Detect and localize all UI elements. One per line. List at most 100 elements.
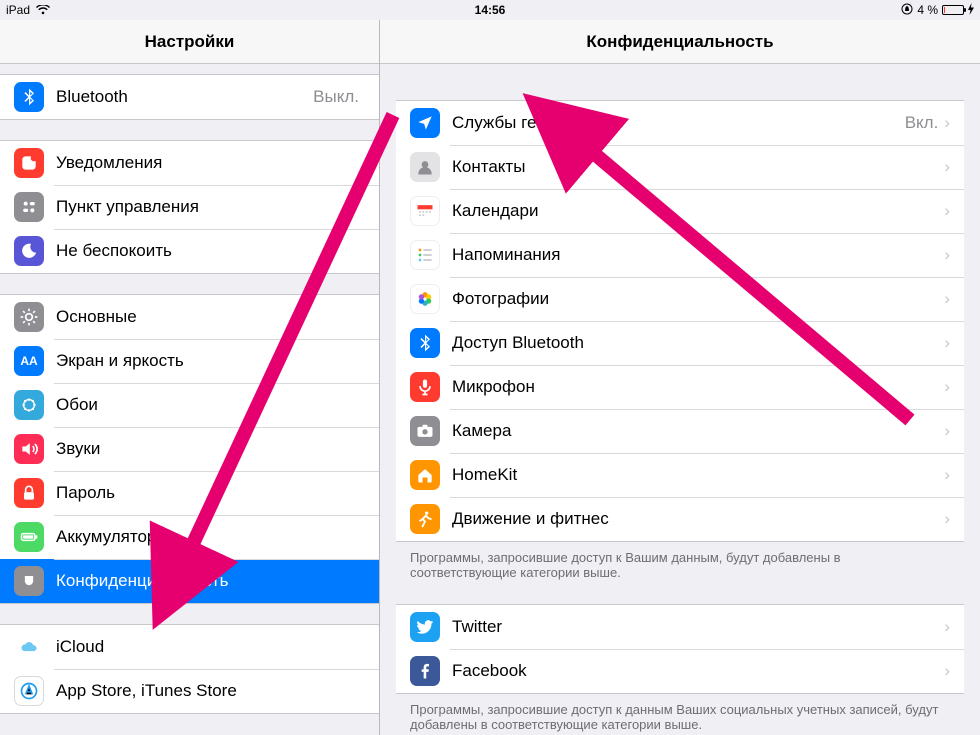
camera-icon xyxy=(410,416,440,446)
wallpaper-icon xyxy=(14,390,44,420)
privacy-item-microphone[interactable]: Микрофон › xyxy=(396,365,964,409)
master-group-device: Основные AA Экран и яркость Обои Звуки xyxy=(0,294,379,604)
privacy-item-label: Календари xyxy=(452,201,944,221)
privacy-item-homekit[interactable]: HomeKit › xyxy=(396,453,964,497)
chevron-right-icon: › xyxy=(944,201,950,221)
sidebar-item-label: Пароль xyxy=(56,483,365,503)
sidebar-item-control-center[interactable]: Пункт управления xyxy=(0,185,379,229)
facebook-icon xyxy=(410,656,440,686)
chevron-right-icon: › xyxy=(944,617,950,637)
battery-percent: 4 % xyxy=(917,3,938,17)
sidebar-item-label: App Store, iTunes Store xyxy=(56,681,365,701)
chevron-right-icon: › xyxy=(944,661,950,681)
privacy-item-contacts[interactable]: Контакты › xyxy=(396,145,964,189)
sidebar-item-privacy[interactable]: Конфиденциальность xyxy=(0,559,379,603)
privacy-item-label: Микрофон xyxy=(452,377,944,397)
battery-settings-icon xyxy=(14,522,44,552)
privacy-item-label: Камера xyxy=(452,421,944,441)
master-pane: Настройки Bluetooth Выкл. Уведомления xyxy=(0,20,380,735)
status-bar: iPad 14:56 4 % xyxy=(0,0,980,20)
sidebar-item-dnd[interactable]: Не беспокоить xyxy=(0,229,379,273)
privacy-item-label: Службы геолокации xyxy=(452,113,905,133)
master-group-notifications: Уведомления Пункт управления Не беспокои… xyxy=(0,140,379,274)
bluetooth-icon xyxy=(410,328,440,358)
privacy-item-value: Вкл. xyxy=(905,113,939,133)
sidebar-item-battery[interactable]: Аккумулятор xyxy=(0,515,379,559)
chevron-right-icon: › xyxy=(944,245,950,265)
calendar-icon xyxy=(410,196,440,226)
sidebar-item-wallpaper[interactable]: Обои xyxy=(0,383,379,427)
sidebar-item-general[interactable]: Основные xyxy=(0,295,379,339)
control-center-icon xyxy=(14,192,44,222)
general-icon xyxy=(14,302,44,332)
sidebar-item-label: Bluetooth xyxy=(56,87,313,107)
privacy-item-bluetooth-sharing[interactable]: Доступ Bluetooth › xyxy=(396,321,964,365)
sidebar-item-label: Аккумулятор xyxy=(56,527,365,547)
privacy-item-reminders[interactable]: Напоминания › xyxy=(396,233,964,277)
chevron-right-icon: › xyxy=(944,465,950,485)
sidebar-item-label: iCloud xyxy=(56,637,365,657)
sidebar-item-label: Пункт управления xyxy=(56,197,365,217)
privacy-item-motion[interactable]: Движение и фитнес › xyxy=(396,497,964,541)
sounds-icon xyxy=(14,434,44,464)
master-group-connectivity: Bluetooth Выкл. xyxy=(0,74,379,120)
chevron-right-icon: › xyxy=(944,333,950,353)
chevron-right-icon: › xyxy=(944,289,950,309)
sidebar-item-label: Обои xyxy=(56,395,365,415)
privacy-item-label: Facebook xyxy=(452,661,944,681)
privacy-item-calendars[interactable]: Календари › xyxy=(396,189,964,233)
photos-icon xyxy=(410,284,440,314)
reminders-icon xyxy=(410,240,440,270)
sidebar-item-appstore[interactable]: App Store, iTunes Store xyxy=(0,669,379,713)
sidebar-item-label: Конфиденциальность xyxy=(56,571,365,591)
sidebar-item-value: Выкл. xyxy=(313,87,359,107)
chevron-right-icon: › xyxy=(944,377,950,397)
privacy-icon xyxy=(14,566,44,596)
status-time: 14:56 xyxy=(329,3,652,17)
privacy-item-twitter[interactable]: Twitter › xyxy=(396,605,964,649)
sidebar-item-label: Звуки xyxy=(56,439,365,459)
privacy-item-facebook[interactable]: Facebook › xyxy=(396,649,964,693)
microphone-icon xyxy=(410,372,440,402)
icloud-icon xyxy=(14,632,44,662)
detail-title: Конфиденциальность xyxy=(380,20,980,64)
charging-icon xyxy=(968,3,974,18)
sidebar-item-bluetooth[interactable]: Bluetooth Выкл. xyxy=(0,75,379,119)
privacy-item-label: Twitter xyxy=(452,617,944,637)
contacts-icon xyxy=(410,152,440,182)
privacy-item-label: HomeKit xyxy=(452,465,944,485)
master-title: Настройки xyxy=(0,20,379,64)
wifi-icon xyxy=(36,5,50,15)
chevron-right-icon: › xyxy=(944,157,950,177)
dnd-icon xyxy=(14,236,44,266)
privacy-group-social: Twitter › Facebook › xyxy=(396,604,964,694)
privacy-item-label: Движение и фитнес xyxy=(452,509,944,529)
notifications-icon xyxy=(14,148,44,178)
privacy-item-label: Доступ Bluetooth xyxy=(452,333,944,353)
bluetooth-icon xyxy=(14,82,44,112)
passcode-icon xyxy=(14,478,44,508)
sidebar-item-label: Не беспокоить xyxy=(56,241,365,261)
sidebar-item-icloud[interactable]: iCloud xyxy=(0,625,379,669)
master-group-accounts: iCloud App Store, iTunes Store xyxy=(0,624,379,714)
homekit-icon xyxy=(410,460,440,490)
sidebar-item-sounds[interactable]: Звуки xyxy=(0,427,379,471)
sidebar-item-label: Экран и яркость xyxy=(56,351,365,371)
orientation-lock-icon xyxy=(901,3,913,18)
sidebar-item-notifications[interactable]: Уведомления xyxy=(0,141,379,185)
appstore-icon xyxy=(14,676,44,706)
privacy-footer-categories: Программы, запросившие доступ к Вашим да… xyxy=(380,542,980,580)
privacy-group-categories: Службы геолокации Вкл. › Контакты › Кале… xyxy=(396,100,964,542)
location-icon xyxy=(410,108,440,138)
privacy-item-label: Фотографии xyxy=(452,289,944,309)
sidebar-item-label: Основные xyxy=(56,307,365,327)
privacy-item-location[interactable]: Службы геолокации Вкл. › xyxy=(396,101,964,145)
display-icon: AA xyxy=(14,346,44,376)
privacy-item-photos[interactable]: Фотографии › xyxy=(396,277,964,321)
chevron-right-icon: › xyxy=(944,113,950,133)
privacy-item-camera[interactable]: Камера › xyxy=(396,409,964,453)
sidebar-item-label: Уведомления xyxy=(56,153,365,173)
sidebar-item-display[interactable]: AA Экран и яркость xyxy=(0,339,379,383)
sidebar-item-passcode[interactable]: Пароль xyxy=(0,471,379,515)
twitter-icon xyxy=(410,612,440,642)
